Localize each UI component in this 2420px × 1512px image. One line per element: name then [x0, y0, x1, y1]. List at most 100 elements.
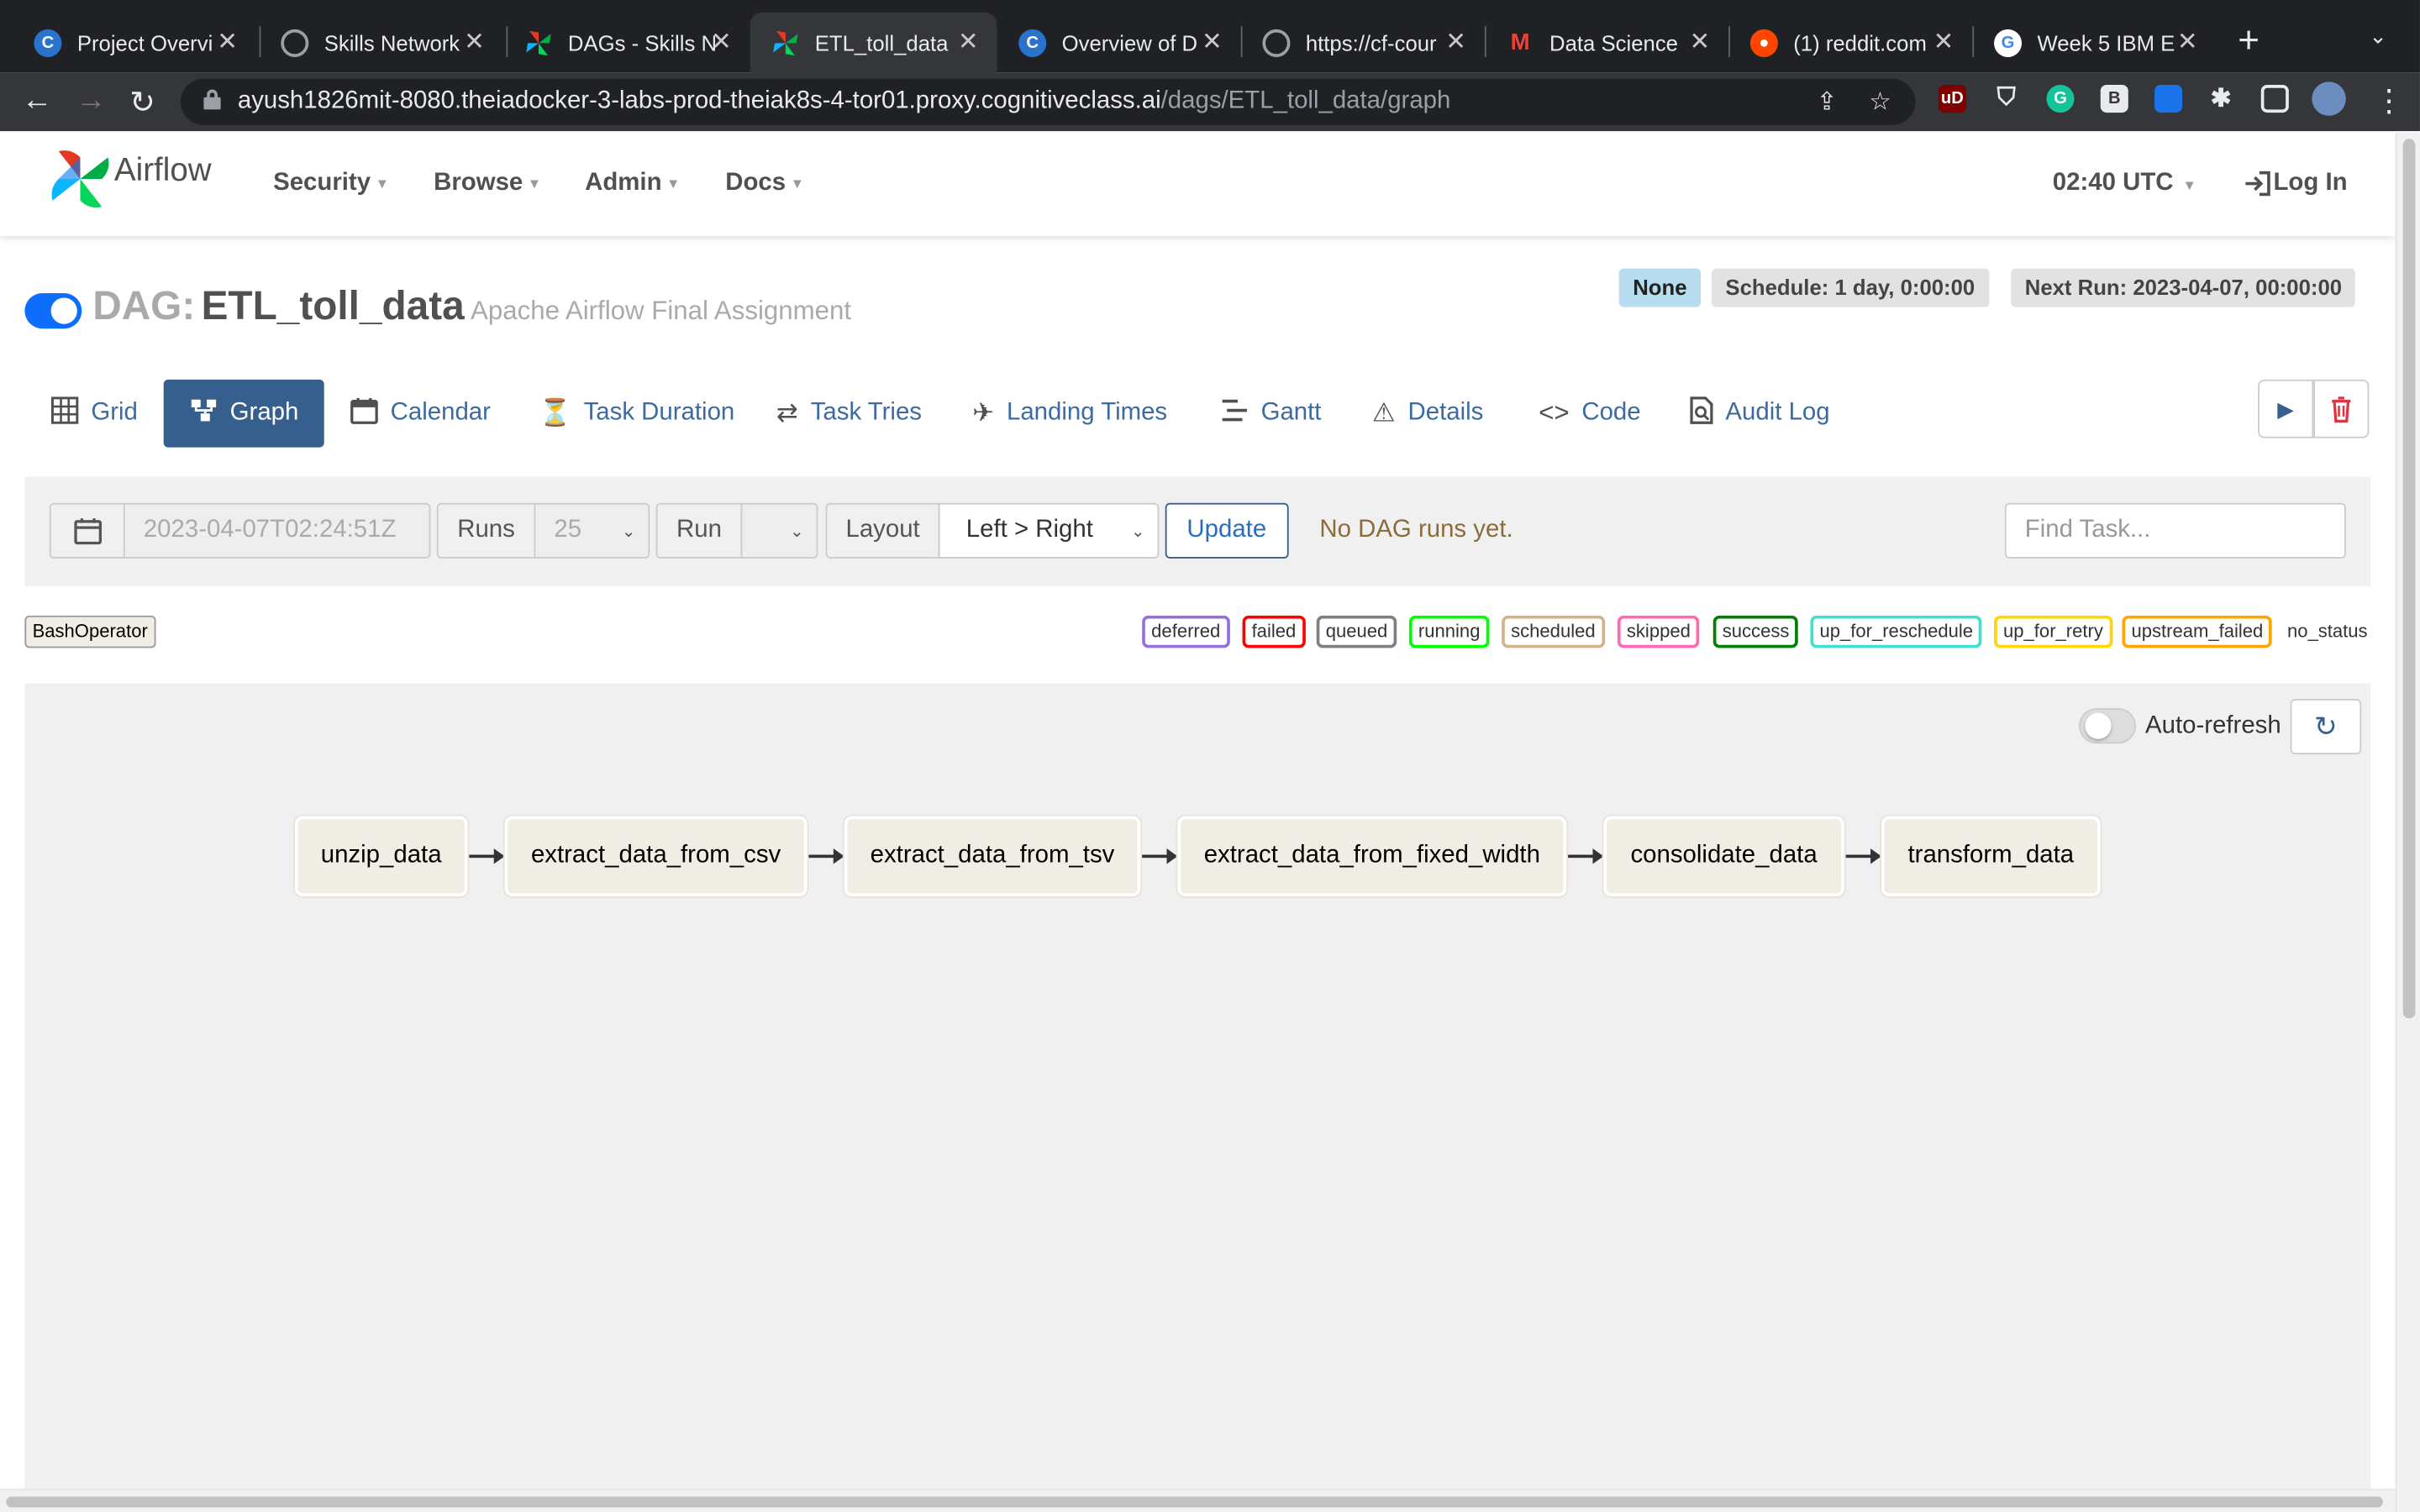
find-task-input[interactable]: Find Task...	[2004, 502, 2346, 559]
coursera-c-icon: C	[1018, 28, 1047, 57]
tab-gantt[interactable]: Gantt	[1195, 380, 1348, 448]
delete-dag-button[interactable]	[2313, 379, 2370, 438]
layout-select[interactable]: Left > Right ⌄	[938, 502, 1160, 559]
runs-select[interactable]: 25 ⌄	[534, 502, 650, 559]
close-icon[interactable]: ✕	[464, 26, 485, 57]
legend-no-status[interactable]: no_status	[2287, 620, 2368, 642]
hourglass-icon: ⏳	[539, 397, 571, 428]
refresh-button[interactable]: ↻	[2290, 699, 2362, 755]
tab-title: https://cf-cour	[1305, 29, 1437, 55]
menu-admin[interactable]: Admin ▼	[585, 170, 680, 197]
tab-details[interactable]: ⚠ Details	[1346, 380, 1510, 448]
legend-success[interactable]: success	[1712, 615, 1799, 648]
login-link[interactable]: Log In	[2243, 170, 2348, 197]
address-bar[interactable]: ayush1826mit-8080.theiadocker-3-labs-pro…	[180, 78, 1916, 125]
task-node-consolidate-data[interactable]: consolidate_data	[1603, 816, 1844, 897]
tab-calendar[interactable]: Calendar	[324, 380, 517, 448]
shield-icon[interactable]: ⛉	[1992, 85, 2020, 113]
base-date-input[interactable]: 2023-04-07T02:24:51Z	[123, 502, 431, 559]
dag-pause-toggle[interactable]	[24, 292, 82, 329]
browser-tab[interactable]: https://cf-cour ✕	[1241, 13, 1485, 73]
ublock-icon[interactable]: uD	[1938, 85, 1966, 113]
side-panel-icon[interactable]	[2260, 85, 2289, 113]
new-tab-icon[interactable]: +	[2238, 20, 2260, 63]
trash-icon	[2332, 396, 2351, 423]
extension-blue-icon[interactable]	[2154, 85, 2183, 113]
profile-avatar[interactable]	[2312, 81, 2346, 116]
edge-arrow	[469, 848, 505, 864]
tab-search-chevron-icon[interactable]: ⌄	[2369, 24, 2387, 50]
task-node-transform-data[interactable]: transform_data	[1881, 816, 2101, 897]
close-icon[interactable]: ✕	[711, 26, 732, 57]
tab-graph[interactable]: Graph	[163, 379, 325, 448]
forward-arrow-icon[interactable]: →	[76, 83, 107, 118]
menu-browse[interactable]: Browse ▼	[434, 170, 541, 197]
close-icon[interactable]: ✕	[958, 26, 979, 57]
legend-deferred[interactable]: deferred	[1142, 615, 1230, 648]
legend-up-for-retry[interactable]: up_for_retry	[1994, 615, 2112, 648]
date-picker-button[interactable]	[49, 502, 125, 559]
tab-code[interactable]: <> Code	[1512, 380, 1667, 448]
browser-tab-active[interactable]: ETL_toll_data ✕	[750, 12, 997, 73]
reload-icon[interactable]: ↻	[129, 83, 155, 122]
close-icon[interactable]: ✕	[1445, 26, 1466, 57]
browser-tab[interactable]: C Project Overvi ✕	[13, 13, 256, 73]
tab-grid[interactable]: Grid	[24, 380, 164, 448]
share-icon[interactable]: ⇪	[1817, 87, 1838, 118]
coursera-c-icon: C	[34, 28, 62, 57]
task-node-extract-data-from-fixed-width[interactable]: extract_data_from_fixed_width	[1177, 816, 1567, 897]
airflow-logo[interactable]: Airflow	[50, 148, 212, 209]
menu-docs[interactable]: Docs ▼	[725, 170, 804, 197]
tab-label: Details	[1407, 399, 1484, 426]
operator-badge[interactable]: BashOperator	[24, 615, 155, 648]
graph-icon	[190, 396, 218, 431]
auto-refresh-toggle[interactable]: Auto-refresh	[2079, 708, 2281, 744]
task-node-extract-data-from-csv[interactable]: extract_data_from_csv	[504, 816, 808, 897]
legend-running[interactable]: running	[1408, 615, 1490, 648]
update-button[interactable]: Update	[1165, 502, 1288, 559]
tab-label: Task Duration	[583, 399, 735, 426]
vertical-scrollbar[interactable]	[2395, 132, 2420, 1512]
legend-up-for-reschedule[interactable]: up_for_reschedule	[1810, 615, 1983, 648]
legend-scheduled[interactable]: scheduled	[1502, 615, 1605, 648]
task-node-unzip-data[interactable]: unzip_data	[294, 816, 468, 897]
puzzle-extensions-icon[interactable]: ✱	[2207, 85, 2234, 113]
legend-upstream-failed[interactable]: upstream_failed	[2122, 615, 2273, 648]
legend-queued[interactable]: queued	[1316, 615, 1397, 648]
back-arrow-icon[interactable]: ←	[22, 83, 53, 118]
browser-tab[interactable]: G Week 5 IBM E ✕	[1972, 13, 2216, 73]
horizontal-scrollbar[interactable]	[0, 1488, 2396, 1512]
close-icon[interactable]: ✕	[2177, 26, 2198, 57]
utc-clock[interactable]: 02:40 UTC ▼	[2053, 170, 2196, 197]
airflow-pinwheel-icon	[771, 29, 799, 56]
close-icon[interactable]: ✕	[1689, 26, 1710, 57]
grammarly-icon[interactable]: G	[2046, 85, 2075, 113]
auto-refresh-switch[interactable]	[2079, 708, 2136, 744]
task-node-extract-data-from-tsv[interactable]: extract_data_from_tsv	[844, 816, 1141, 897]
calendar-icon	[73, 518, 102, 545]
tab-landing-times[interactable]: ✈ Landing Times	[946, 380, 1193, 448]
kebab-menu-icon[interactable]: ⋮	[2374, 81, 2405, 120]
close-icon[interactable]: ✕	[1202, 26, 1223, 57]
repeat-icon: ⇄	[776, 397, 799, 428]
b-extension-icon[interactable]: B	[2100, 85, 2128, 113]
run-label: Run	[655, 502, 743, 559]
browser-tab[interactable]: Skills Network ✕	[260, 13, 503, 73]
legend-skipped[interactable]: skipped	[1617, 615, 1700, 648]
airflow-navbar: Airflow Security ▼ Browse ▼ Admin ▼ Docs ▼ 0…	[0, 132, 2396, 237]
browser-tab[interactable]: C Overview of D ✕	[997, 13, 1241, 73]
close-icon[interactable]: ✕	[217, 26, 238, 57]
legend-failed[interactable]: failed	[1242, 615, 1306, 648]
tab-task-duration[interactable]: ⏳ Task Duration	[513, 380, 761, 448]
browser-tab[interactable]: M Data Science ✕	[1485, 13, 1728, 73]
browser-tab[interactable]: ● (1) reddit.com ✕	[1728, 13, 1972, 73]
tab-task-tries[interactable]: ⇄ Task Tries	[750, 380, 949, 448]
run-select[interactable]: ⌄	[740, 502, 818, 559]
bookmark-star-icon[interactable]: ☆	[1869, 87, 1891, 118]
trigger-dag-button[interactable]: ▶	[2258, 379, 2314, 438]
graph-canvas[interactable]: Auto-refresh ↻ unzip_data extract_data_f…	[24, 683, 2371, 1489]
browser-tab[interactable]: DAGs - Skills N ✕	[503, 13, 750, 73]
menu-security[interactable]: Security ▼	[273, 170, 389, 197]
tab-audit-log[interactable]: Audit Log	[1664, 380, 1856, 448]
close-icon[interactable]: ✕	[1933, 26, 1954, 57]
